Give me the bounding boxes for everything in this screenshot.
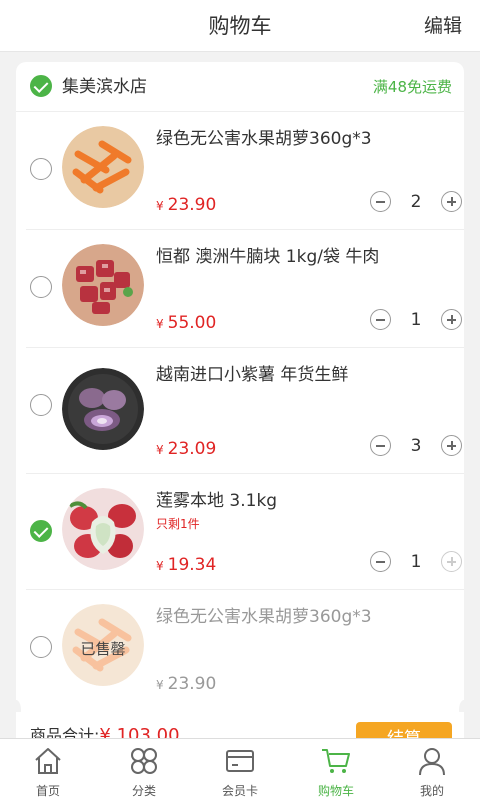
item-select-checkbox[interactable] xyxy=(30,158,52,180)
tab-member-card[interactable]: 会员卡 xyxy=(192,739,288,800)
item-select-checkbox[interactable] xyxy=(30,520,52,542)
tab-label: 分类 xyxy=(131,784,156,798)
page-title: 购物车 xyxy=(208,14,272,38)
cart-item-sold-out: 已售罄 绿色无公害水果胡萝360g*3 ¥23.90 xyxy=(26,590,464,708)
quantity-value: 1 xyxy=(410,310,422,330)
decrease-quantity-button[interactable] xyxy=(370,191,391,212)
purple-potato-image[interactable] xyxy=(62,368,144,450)
wax-apple-image[interactable] xyxy=(62,488,144,570)
bottom-tab-bar: 首页 分类 会员卡 购物车 我的 xyxy=(0,738,480,800)
quantity-value: 2 xyxy=(410,192,422,212)
decrease-quantity-button[interactable] xyxy=(370,551,391,572)
increase-quantity-button[interactable] xyxy=(441,309,462,330)
member-card-icon xyxy=(226,750,254,772)
item-price: ¥23.09 xyxy=(156,439,217,459)
carrot-image[interactable] xyxy=(62,126,144,208)
quantity-stepper: 1 xyxy=(370,309,462,331)
tab-label: 会员卡 xyxy=(221,784,258,798)
cart-store-card: 集美滨水店 满48免运费 绿色无公害水果胡萝360g*3 ¥23.90 2 恒都… xyxy=(16,62,464,722)
cart-item: 越南进口小紫薯 年货生鲜 ¥23.09 3 xyxy=(26,348,464,474)
store-select-checkbox[interactable] xyxy=(30,75,52,97)
stock-warning: 只剩1件 xyxy=(156,517,200,531)
home-icon xyxy=(35,748,61,774)
cart-item: 绿色无公害水果胡萝360g*3 ¥23.90 2 xyxy=(26,112,464,230)
cart-icon xyxy=(322,749,350,773)
user-icon xyxy=(419,748,445,776)
decrease-quantity-button[interactable] xyxy=(370,435,391,456)
category-icon xyxy=(131,748,157,774)
increase-quantity-button[interactable] xyxy=(441,551,462,572)
tab-label: 首页 xyxy=(35,784,60,798)
quantity-stepper: 3 xyxy=(370,435,462,457)
tab-cart[interactable]: 购物车 xyxy=(288,739,384,800)
edit-button[interactable]: 编辑 xyxy=(424,0,462,52)
store-name: 集美滨水店 xyxy=(62,77,147,97)
quantity-stepper: 1 xyxy=(370,551,462,573)
item-price: ¥19.34 xyxy=(156,555,217,575)
quantity-stepper: 2 xyxy=(370,191,462,213)
shipping-note: 满48免运费 xyxy=(372,78,452,96)
beef-image[interactable] xyxy=(62,244,144,326)
top-bar: 购物车 编辑 xyxy=(0,0,480,52)
quantity-value: 1 xyxy=(410,552,422,572)
cart-item: 莲雾本地 3.1kg 只剩1件 ¥19.34 1 xyxy=(26,474,464,590)
tab-label: 购物车 xyxy=(317,784,354,798)
item-price: ¥23.90 xyxy=(156,674,217,694)
increase-quantity-button[interactable] xyxy=(441,191,462,212)
tab-home[interactable]: 首页 xyxy=(0,739,96,800)
tab-profile[interactable]: 我的 xyxy=(384,739,480,800)
tab-category[interactable]: 分类 xyxy=(96,739,192,800)
item-price: ¥23.90 xyxy=(156,195,217,215)
item-select-checkbox[interactable] xyxy=(30,276,52,298)
decrease-quantity-button[interactable] xyxy=(370,309,391,330)
item-name: 越南进口小紫薯 年货生鲜 xyxy=(156,365,349,385)
tab-label: 我的 xyxy=(419,784,444,798)
item-name: 绿色无公害水果胡萝360g*3 xyxy=(156,607,372,627)
sold-out-label: 已售罄 xyxy=(80,640,126,658)
item-name: 恒都 澳洲牛腩块 1kg/袋 牛肉 xyxy=(156,247,380,267)
item-select-checkbox[interactable] xyxy=(30,394,52,416)
item-price: ¥55.00 xyxy=(156,313,217,333)
cart-item: 恒都 澳洲牛腩块 1kg/袋 牛肉 ¥55.00 1 xyxy=(26,230,464,348)
item-select-checkbox[interactable] xyxy=(30,636,52,658)
store-header: 集美滨水店 满48免运费 xyxy=(16,62,464,112)
increase-quantity-button[interactable] xyxy=(441,435,462,456)
item-name: 莲雾本地 3.1kg xyxy=(156,491,278,511)
item-name: 绿色无公害水果胡萝360g*3 xyxy=(156,129,372,149)
quantity-value: 3 xyxy=(410,436,422,456)
